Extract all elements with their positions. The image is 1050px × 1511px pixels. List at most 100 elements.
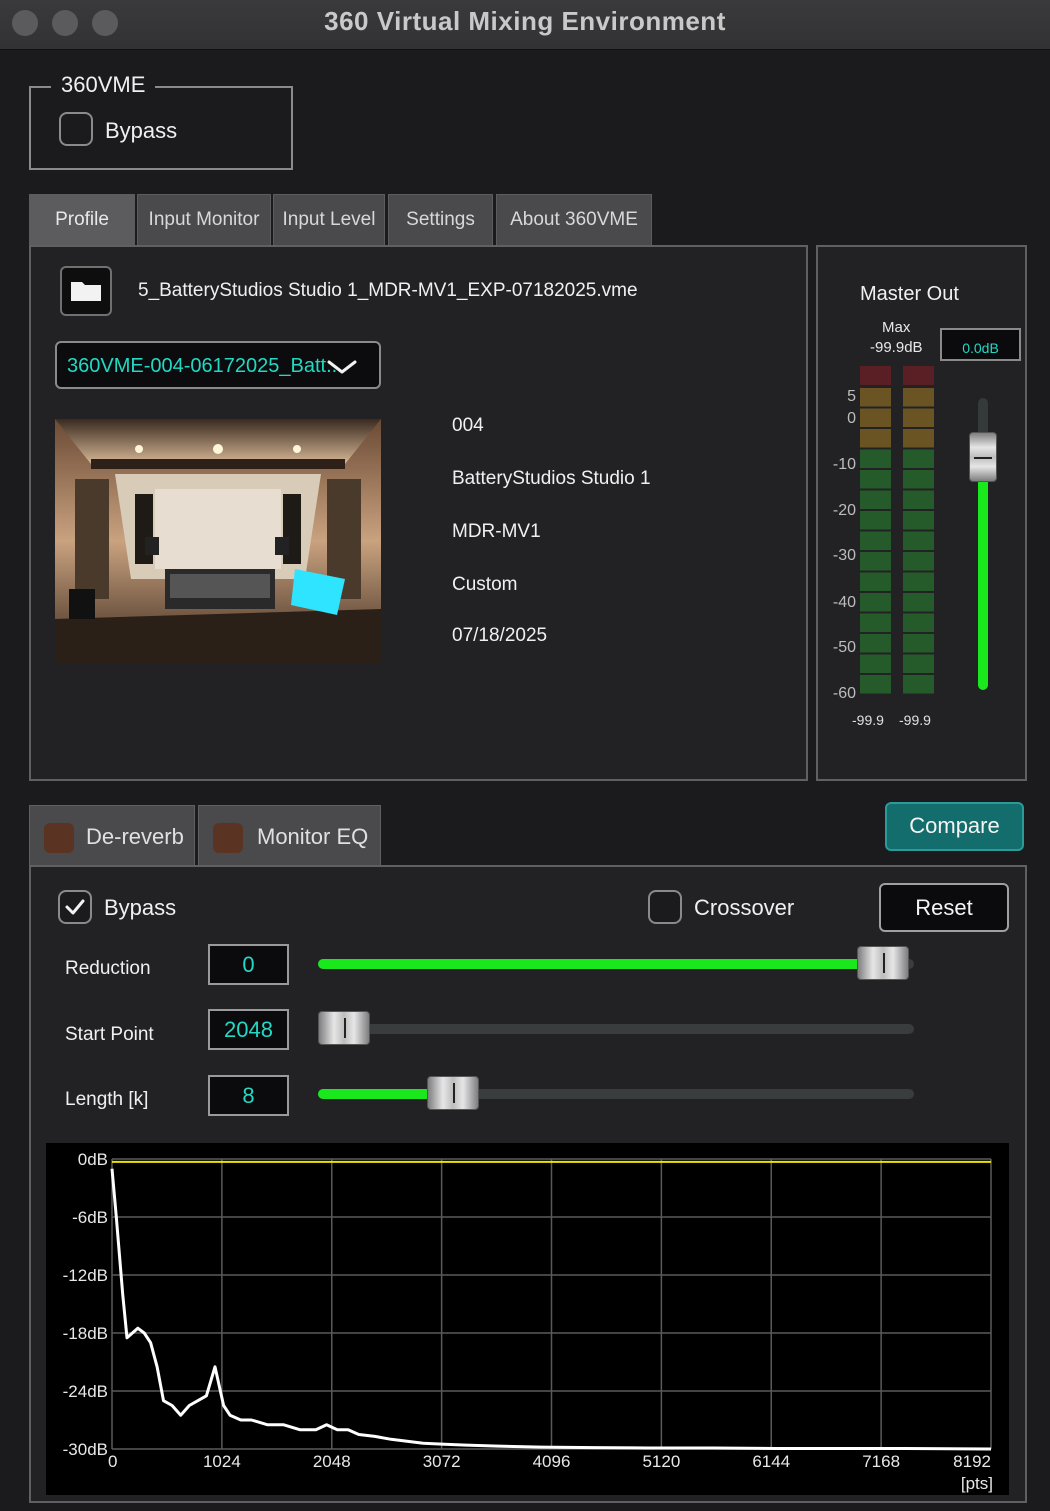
start-point-slider[interactable] (318, 1011, 914, 1045)
x-tick-label: 0 (108, 1452, 117, 1471)
crossover-checkbox[interactable] (648, 890, 682, 924)
tab-de-reverb[interactable]: De-reverb (29, 805, 195, 865)
open-folder-button[interactable] (60, 266, 112, 316)
reduction-slider-fill (318, 959, 883, 969)
meter-segment (860, 388, 891, 407)
reset-button[interactable]: Reset (879, 883, 1009, 932)
meter-scale-minus-20: -20 (832, 502, 856, 519)
vme-group: 360VME Bypass (29, 72, 293, 170)
meter-segment (860, 449, 891, 468)
profile-info-id: 004 (452, 415, 484, 436)
meter-segment (860, 511, 891, 530)
meter-scale-minus-50: -50 (832, 639, 856, 656)
meter-segment (903, 408, 934, 427)
x-tick-label: 5120 (642, 1452, 680, 1471)
meter-segment (860, 654, 891, 673)
global-bypass-label[interactable]: Bypass (105, 118, 177, 144)
x-axis-label: [pts] (961, 1474, 993, 1493)
meter-segment (903, 511, 934, 530)
meter-segment (860, 634, 891, 653)
title-bar: 360 Virtual Mixing Environment (0, 0, 1050, 50)
meter-segment (860, 552, 891, 571)
meter-segment (860, 470, 891, 489)
master-gain-box[interactable]: 0.0dB (940, 328, 1021, 361)
reduction-slider[interactable] (318, 946, 914, 980)
tab-profile-label: Profile (55, 209, 109, 230)
tab-monitor-eq[interactable]: Monitor EQ (198, 805, 381, 865)
meter-segment (860, 613, 891, 632)
reduction-label: Reduction (65, 958, 151, 979)
monitor-eq-enable-toggle[interactable] (213, 823, 243, 853)
start-point-slider-thumb[interactable] (318, 1011, 370, 1045)
tab-input-monitor[interactable]: Input Monitor (137, 194, 271, 246)
y-tick-label: -24dB (63, 1382, 108, 1401)
window-title: 360 Virtual Mixing Environment (324, 6, 726, 36)
tab-input-monitor-label: Input Monitor (148, 209, 260, 230)
meter-scale-minus-60: -60 (832, 685, 856, 702)
length-input[interactable]: 8 (208, 1075, 289, 1116)
meter-segment (903, 593, 934, 612)
meter-scale-5: 5 (847, 388, 856, 405)
chevron-down-icon (327, 360, 357, 374)
profile-info-type: Custom (452, 574, 518, 595)
de-reverb-enable-toggle[interactable] (44, 823, 74, 853)
tab-profile[interactable]: Profile (29, 194, 135, 246)
fader-thumb-grip (974, 456, 992, 459)
x-tick-label: 4096 (533, 1452, 571, 1471)
tab-about-label: About 360VME (510, 209, 638, 230)
x-tick-label: 1024 (203, 1452, 241, 1471)
profile-info-headphones: MDR-MV1 (452, 521, 541, 542)
meter-scale-minus-40: -40 (832, 594, 856, 611)
meter-segment (903, 634, 934, 653)
meter-segment (860, 429, 891, 448)
level-meters (860, 366, 934, 694)
meter-segment (860, 408, 891, 427)
start-point-input[interactable]: 2048 (208, 1009, 289, 1050)
effect-bypass-checkbox[interactable] (58, 890, 92, 924)
meter-segment (903, 470, 934, 489)
master-gain-value: 0.0dB (962, 340, 999, 356)
profile-filename: 5_BatteryStudios Studio 1_MDR-MV1_EXP-07… (138, 280, 638, 301)
meter-segment (903, 572, 934, 591)
reduction-slider-thumb[interactable] (856, 946, 909, 980)
profile-dropdown[interactable]: 360VME-004-06172025_Batt... (55, 341, 381, 389)
meter-segment (903, 613, 934, 632)
meter-clip-segment (903, 366, 934, 385)
meter-segment (860, 490, 891, 509)
tab-about[interactable]: About 360VME (496, 194, 652, 246)
folder-icon (71, 282, 101, 301)
plot-background (46, 1143, 1009, 1495)
master-fader-thumb[interactable] (969, 431, 997, 482)
x-tick-label: 8192 (953, 1452, 991, 1471)
reduction-input[interactable]: 0 (208, 944, 289, 985)
x-tick-label: 6144 (752, 1452, 790, 1471)
tab-settings[interactable]: Settings (388, 194, 493, 246)
meter-segment (860, 531, 891, 550)
x-tick-label: 2048 (313, 1452, 351, 1471)
y-tick-label: 0dB (78, 1150, 108, 1169)
compare-button[interactable]: Compare (885, 802, 1024, 851)
y-tick-label: -6dB (72, 1208, 108, 1227)
right-peak-value: -99.9 (899, 712, 931, 728)
tab-input-level[interactable]: Input Level (273, 194, 385, 246)
tab-de-reverb-label: De-reverb (86, 824, 184, 849)
meter-scale-0: 0 (847, 410, 856, 427)
crossover-label[interactable]: Crossover (694, 895, 794, 921)
x-tick-label: 3072 (423, 1452, 461, 1471)
left-peak-value: -99.9 (852, 712, 884, 728)
meter-segment (903, 675, 934, 694)
max-label: Max (882, 319, 911, 336)
global-bypass-checkbox[interactable] (59, 112, 93, 146)
meter-segment (903, 552, 934, 571)
tab-monitor-eq-label: Monitor EQ (257, 824, 369, 849)
master-out-title: Master Out (860, 283, 959, 305)
length-slider-thumb[interactable] (426, 1076, 479, 1110)
meter-segment (903, 490, 934, 509)
right-level-meter (903, 366, 934, 694)
y-tick-label: -18dB (63, 1324, 108, 1343)
meter-scale-minus-10: -10 (832, 456, 856, 473)
effect-bypass-label[interactable]: Bypass (104, 895, 176, 921)
tab-input-level-label: Input Level (282, 209, 376, 230)
master-fader-fill (978, 456, 988, 690)
length-slider[interactable] (318, 1076, 914, 1110)
